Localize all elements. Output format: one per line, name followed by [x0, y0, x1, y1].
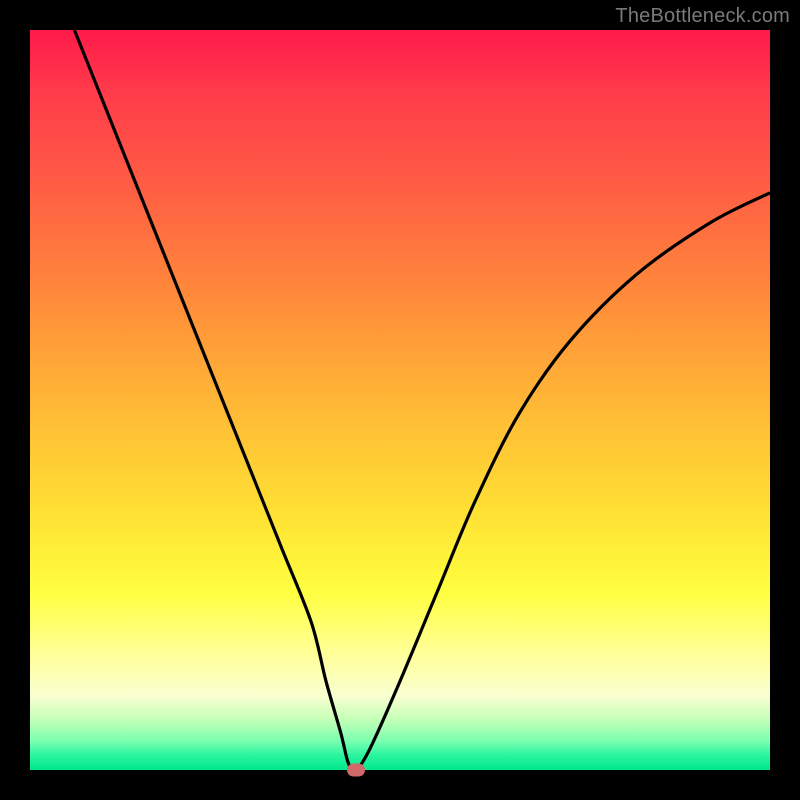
bottleneck-curve — [30, 30, 770, 770]
plot-area — [30, 30, 770, 770]
watermark-text: TheBottleneck.com — [615, 5, 790, 28]
minimum-marker — [347, 764, 365, 777]
curve-path — [74, 30, 770, 771]
chart-frame: TheBottleneck.com — [0, 0, 800, 800]
